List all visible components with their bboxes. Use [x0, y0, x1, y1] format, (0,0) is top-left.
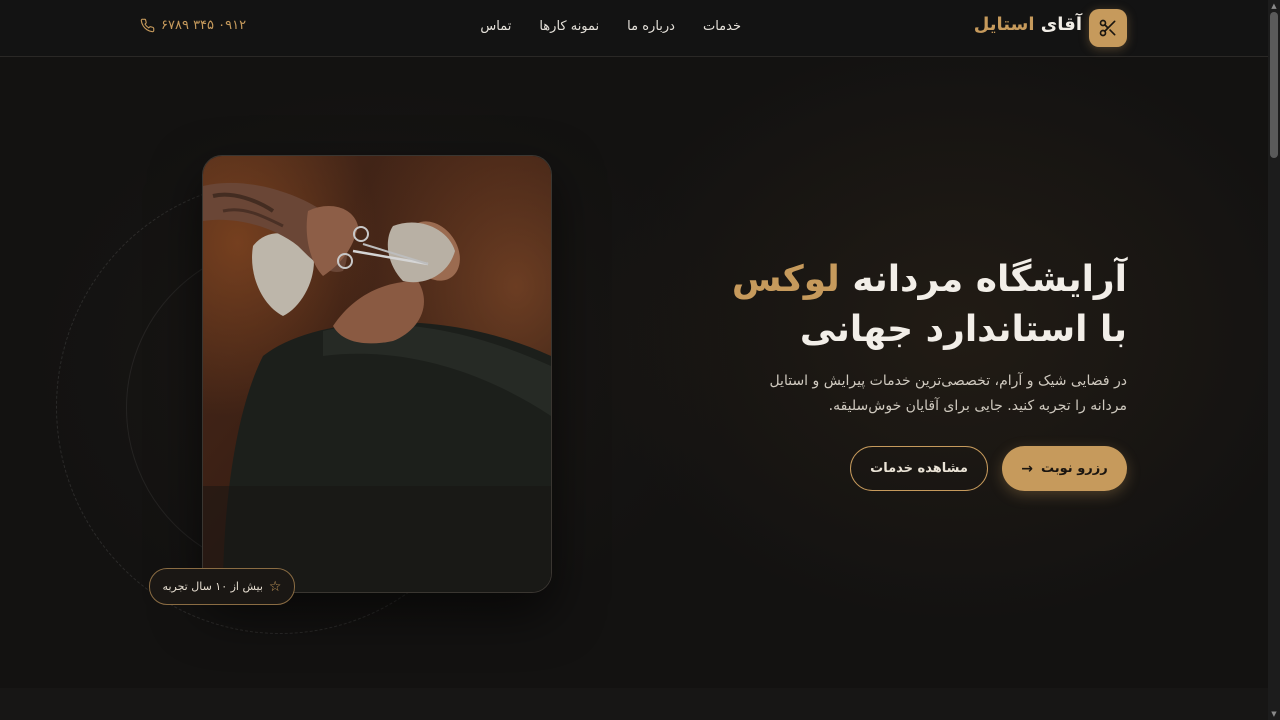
book-appointment-button[interactable]: رزرو نوبت →: [1002, 446, 1127, 491]
nav-portfolio[interactable]: نمونه کارها: [539, 19, 599, 34]
hero-title-accent: لوکس: [731, 259, 840, 300]
hero-description: در فضایی شیک و آرام، تخصصی‌ترین خدمات پی…: [769, 373, 1127, 414]
brand-name[interactable]: آقای استایل: [974, 14, 1082, 35]
hero-title-prefix: آرایشگاه مردانه: [852, 259, 1127, 300]
hero-title-line-1: آرایشگاه مردانه لوکس: [667, 255, 1127, 305]
scrollbar-thumb[interactable]: [1270, 12, 1278, 158]
top-navbar: آقای استایل خدمات درباره ما نمونه کارها …: [0, 0, 1268, 57]
book-appointment-label: رزرو نوبت: [1041, 461, 1108, 476]
nav-services[interactable]: خدمات: [703, 19, 741, 34]
arrow-left-icon: →: [1021, 460, 1033, 477]
main-nav: خدمات درباره ما نمونه کارها تماس: [480, 19, 741, 34]
phone-link[interactable]: ۰۹۱۲ ۳۴۵ ۶۷۸۹: [140, 18, 246, 33]
badge-text: بیش از ۱۰ سال تجربه: [162, 580, 263, 593]
next-section-edge: [0, 688, 1268, 720]
logo-badge[interactable]: [1089, 9, 1127, 47]
barber-photo-illustration: [203, 156, 551, 592]
phone-number: ۰۹۱۲ ۳۴۵ ۶۷۸۹: [161, 18, 247, 33]
star-icon: ☆: [268, 578, 282, 595]
brand-word-1: آقای: [1040, 14, 1082, 35]
scissors-icon: [1099, 19, 1116, 37]
hero-title-line-2: با استاندارد جهانی: [799, 309, 1127, 350]
hero-photo: [202, 155, 552, 593]
scroll-down-arrow-icon[interactable]: ▼: [1268, 708, 1280, 720]
nav-about[interactable]: درباره ما: [627, 19, 675, 34]
scroll-up-arrow-icon[interactable]: ▲: [1268, 0, 1280, 12]
view-services-label: مشاهده خدمات: [870, 461, 968, 476]
view-services-button[interactable]: مشاهده خدمات: [850, 446, 988, 491]
hero-title: آرایشگاه مردانه لوکس با استاندارد جهانی: [667, 255, 1127, 355]
page-scrollbar[interactable]: ▲ ▼: [1268, 0, 1280, 720]
experience-badge: ☆ بیش از ۱۰ سال تجربه: [149, 568, 295, 605]
phone-icon: [140, 18, 155, 33]
brand-word-2: استایل: [973, 14, 1035, 35]
nav-contact[interactable]: تماس: [480, 19, 511, 34]
